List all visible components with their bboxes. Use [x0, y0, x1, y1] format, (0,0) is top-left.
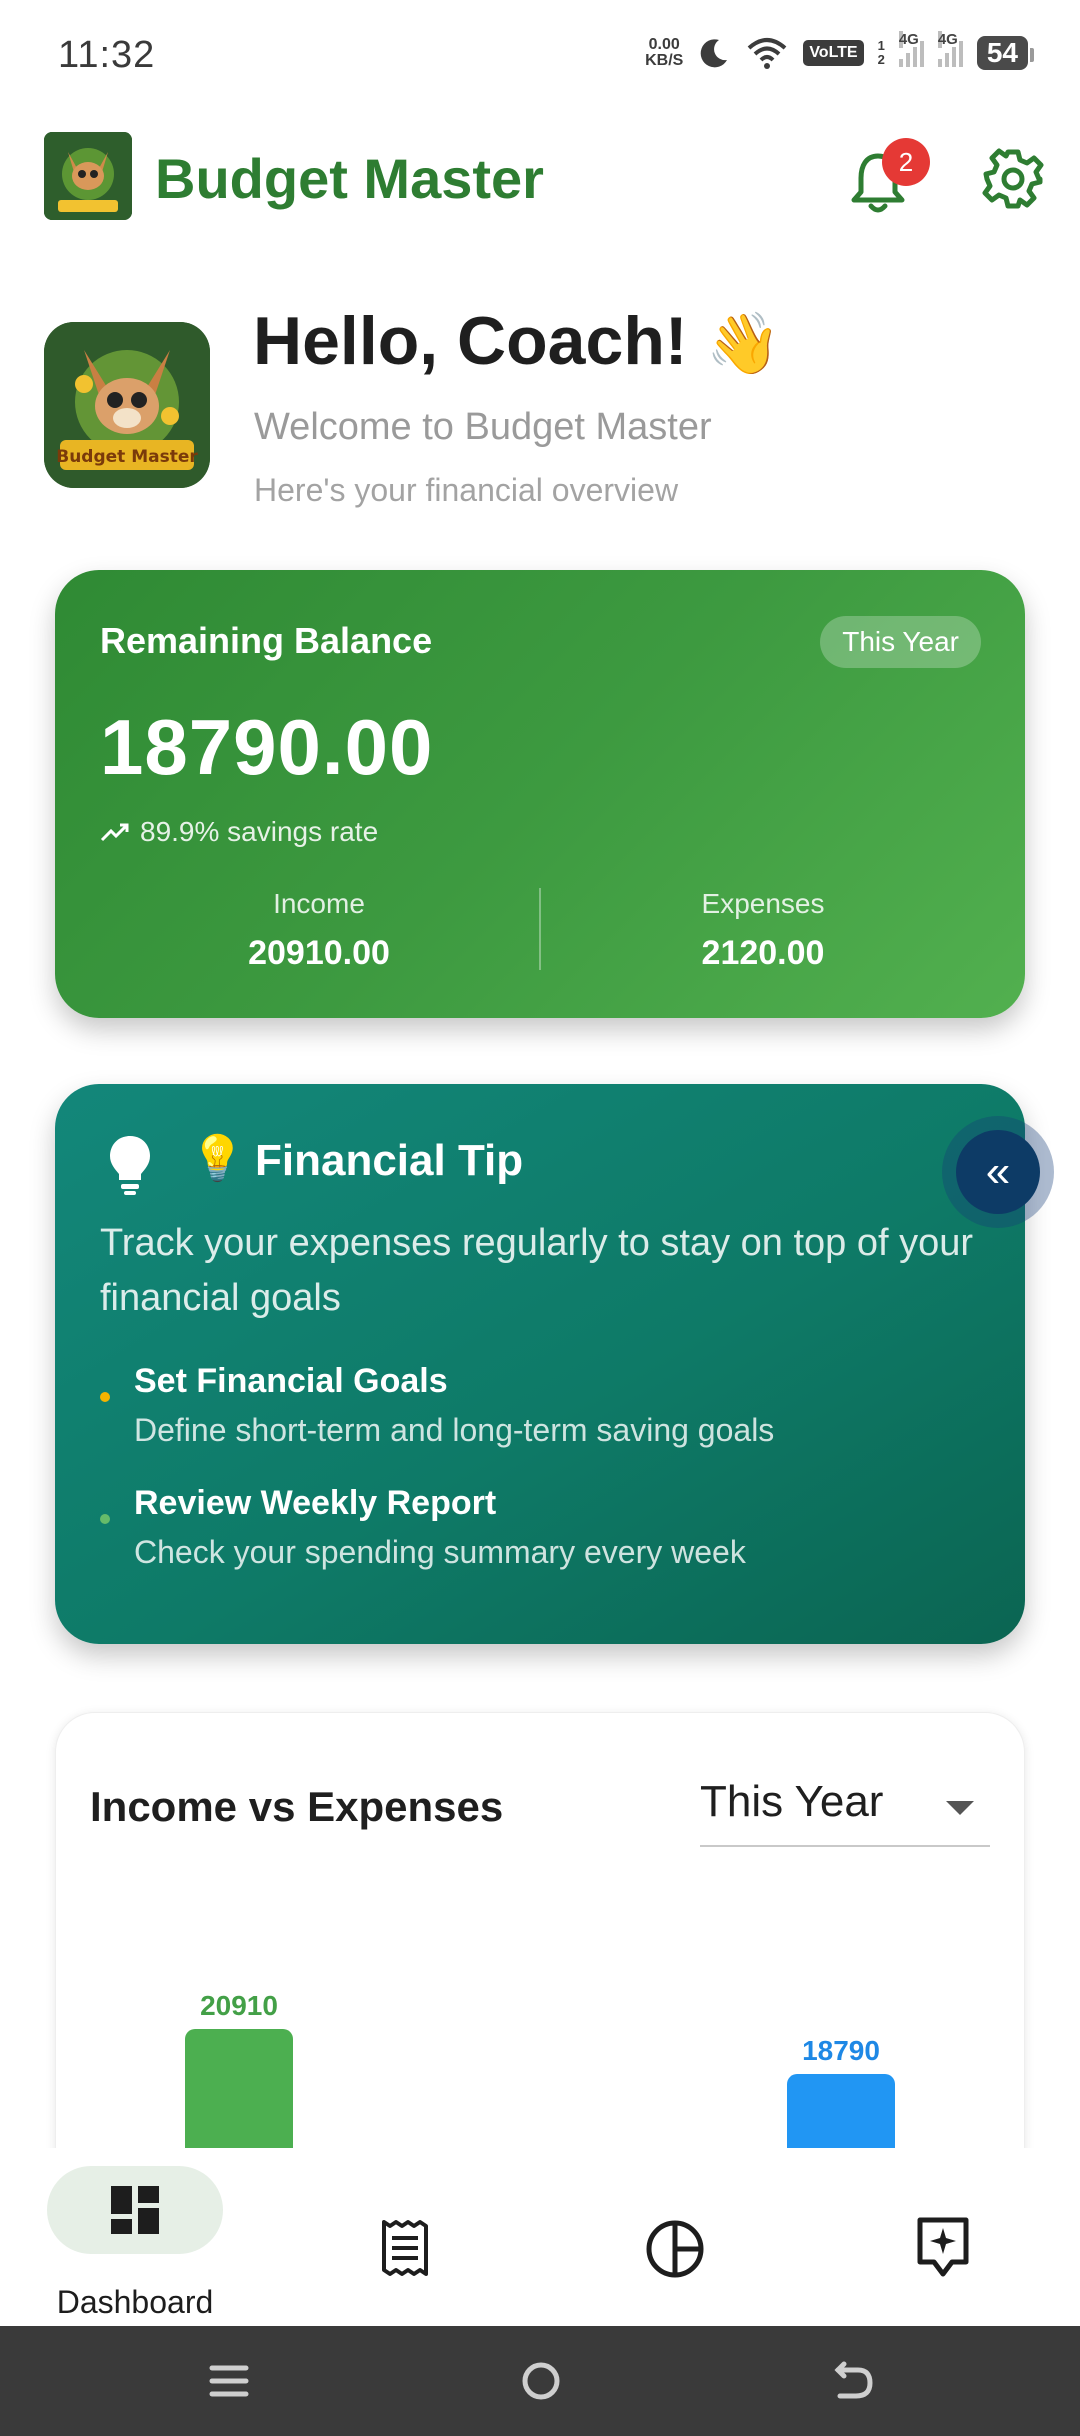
- notifications-button[interactable]: 2: [848, 138, 930, 214]
- nav-label-dashboard: Dashboard: [56, 2284, 214, 2320]
- mascot-label: Budget Master: [56, 447, 198, 467]
- signal-strength-sim2: 4G: [937, 31, 963, 67]
- chart-value-label: 20910: [200, 1990, 278, 2021]
- status-time: 11:32: [58, 34, 156, 76]
- expenses-value: 2120.00: [701, 934, 825, 972]
- system-navigation-bar: [0, 2326, 1080, 2436]
- volte-badge: VoLTE: [803, 40, 864, 66]
- greeting-subtitle: Welcome to Budget Master: [254, 406, 712, 448]
- wave-emoji: 👋: [706, 310, 782, 377]
- balance-card[interactable]: Remaining Balance This Year 18790.00 89.…: [55, 570, 1025, 1018]
- tip-item-description: Check your spending summary every week: [134, 1534, 746, 1570]
- receipt-icon: [382, 2220, 428, 2276]
- app-title: Budget Master: [155, 147, 544, 210]
- notification-badge: 2: [882, 138, 930, 186]
- status-icons: 0.00 KB/S VoLTE 12 4G 4G 54: [645, 31, 1035, 70]
- tip-item-description: Define short-term and long-term saving g…: [134, 1412, 775, 1448]
- pie-chart-icon: [646, 2220, 704, 2278]
- nav-item-transactions[interactable]: [330, 2166, 520, 2316]
- wifi-icon: [747, 38, 787, 69]
- balance-label: Remaining Balance: [100, 620, 433, 661]
- sim-tag: 12: [877, 38, 885, 67]
- net-speed: 0.00 KB/S: [645, 37, 683, 69]
- greeting-caption: Here's your financial overview: [254, 472, 679, 508]
- greeting-title: Hello, Coach! 👋: [253, 302, 781, 380]
- nav-item-dashboard[interactable]: Dashboard: [47, 2166, 237, 2320]
- network-type-2: 4G: [937, 31, 958, 48]
- net-speed-value: 0.00: [648, 36, 680, 53]
- tip-item-dot: [100, 1514, 110, 1524]
- income-value: 20910.00: [248, 934, 390, 972]
- greeting-avatar: Budget Master: [44, 322, 210, 488]
- financial-tip-card: 💡 Financial Tip Track your expenses regu…: [55, 1084, 1025, 1644]
- tip-text: Track your expenses regularly to stay on…: [100, 1222, 974, 1319]
- status-bar: 11:32 0.00 KB/S VoLTE 12 4G 4G 54: [0, 0, 1080, 116]
- tip-item-dot: [100, 1392, 110, 1402]
- signal-strength-sim1: 4G: [898, 31, 924, 67]
- mascot-image: Budget Master: [44, 322, 210, 488]
- tip-emoji: 💡: [190, 1134, 245, 1183]
- savings-rate-text: 89.9% savings rate: [140, 816, 379, 847]
- tip-title: Financial Tip: [255, 1136, 524, 1185]
- collapse-tip-button[interactable]: «: [942, 1116, 1054, 1228]
- battery-indicator: 54: [976, 36, 1035, 70]
- lightbulb-icon: [110, 1136, 150, 1195]
- expenses-label: Expenses: [701, 888, 825, 919]
- net-speed-unit: KB/S: [645, 52, 684, 69]
- app-logo-image: [44, 132, 132, 220]
- back-icon[interactable]: [826, 2356, 876, 2406]
- bottom-navigation: Dashboard: [0, 2148, 1080, 2326]
- sparkle-icon: [917, 2217, 969, 2277]
- chart-value-label: 18790: [802, 2035, 880, 2066]
- tip-item-title: Set Financial Goals: [134, 1362, 448, 1400]
- tip-item-title: Review Weekly Report: [134, 1484, 497, 1522]
- income-stat: Income 20910.00: [169, 888, 469, 973]
- balance-amount: 18790.00: [100, 703, 434, 791]
- greeting-title-text: Hello, Coach!: [253, 303, 688, 379]
- dashboard-icon: [111, 2186, 159, 2234]
- period-chip[interactable]: This Year: [820, 616, 981, 668]
- double-chevron-left-icon: «: [956, 1130, 1040, 1214]
- nav-item-insights[interactable]: [870, 2166, 1060, 2316]
- trending-up-icon: [100, 823, 129, 842]
- expenses-stat: Expenses 2120.00: [613, 888, 913, 973]
- dnd-moon-icon: [701, 39, 728, 68]
- settings-button[interactable]: [980, 146, 1046, 212]
- income-label: Income: [273, 888, 365, 919]
- nav-item-reports[interactable]: [600, 2166, 790, 2316]
- network-type-1: 4G: [898, 31, 919, 48]
- app-logo: [44, 132, 132, 220]
- gear-icon: [982, 148, 1044, 209]
- savings-rate: 89.9% savings rate: [100, 816, 378, 848]
- home-icon[interactable]: [516, 2356, 566, 2406]
- menu-icon[interactable]: [204, 2356, 254, 2406]
- stat-divider: [539, 888, 541, 970]
- app-bar: Budget Master 2: [0, 124, 1080, 234]
